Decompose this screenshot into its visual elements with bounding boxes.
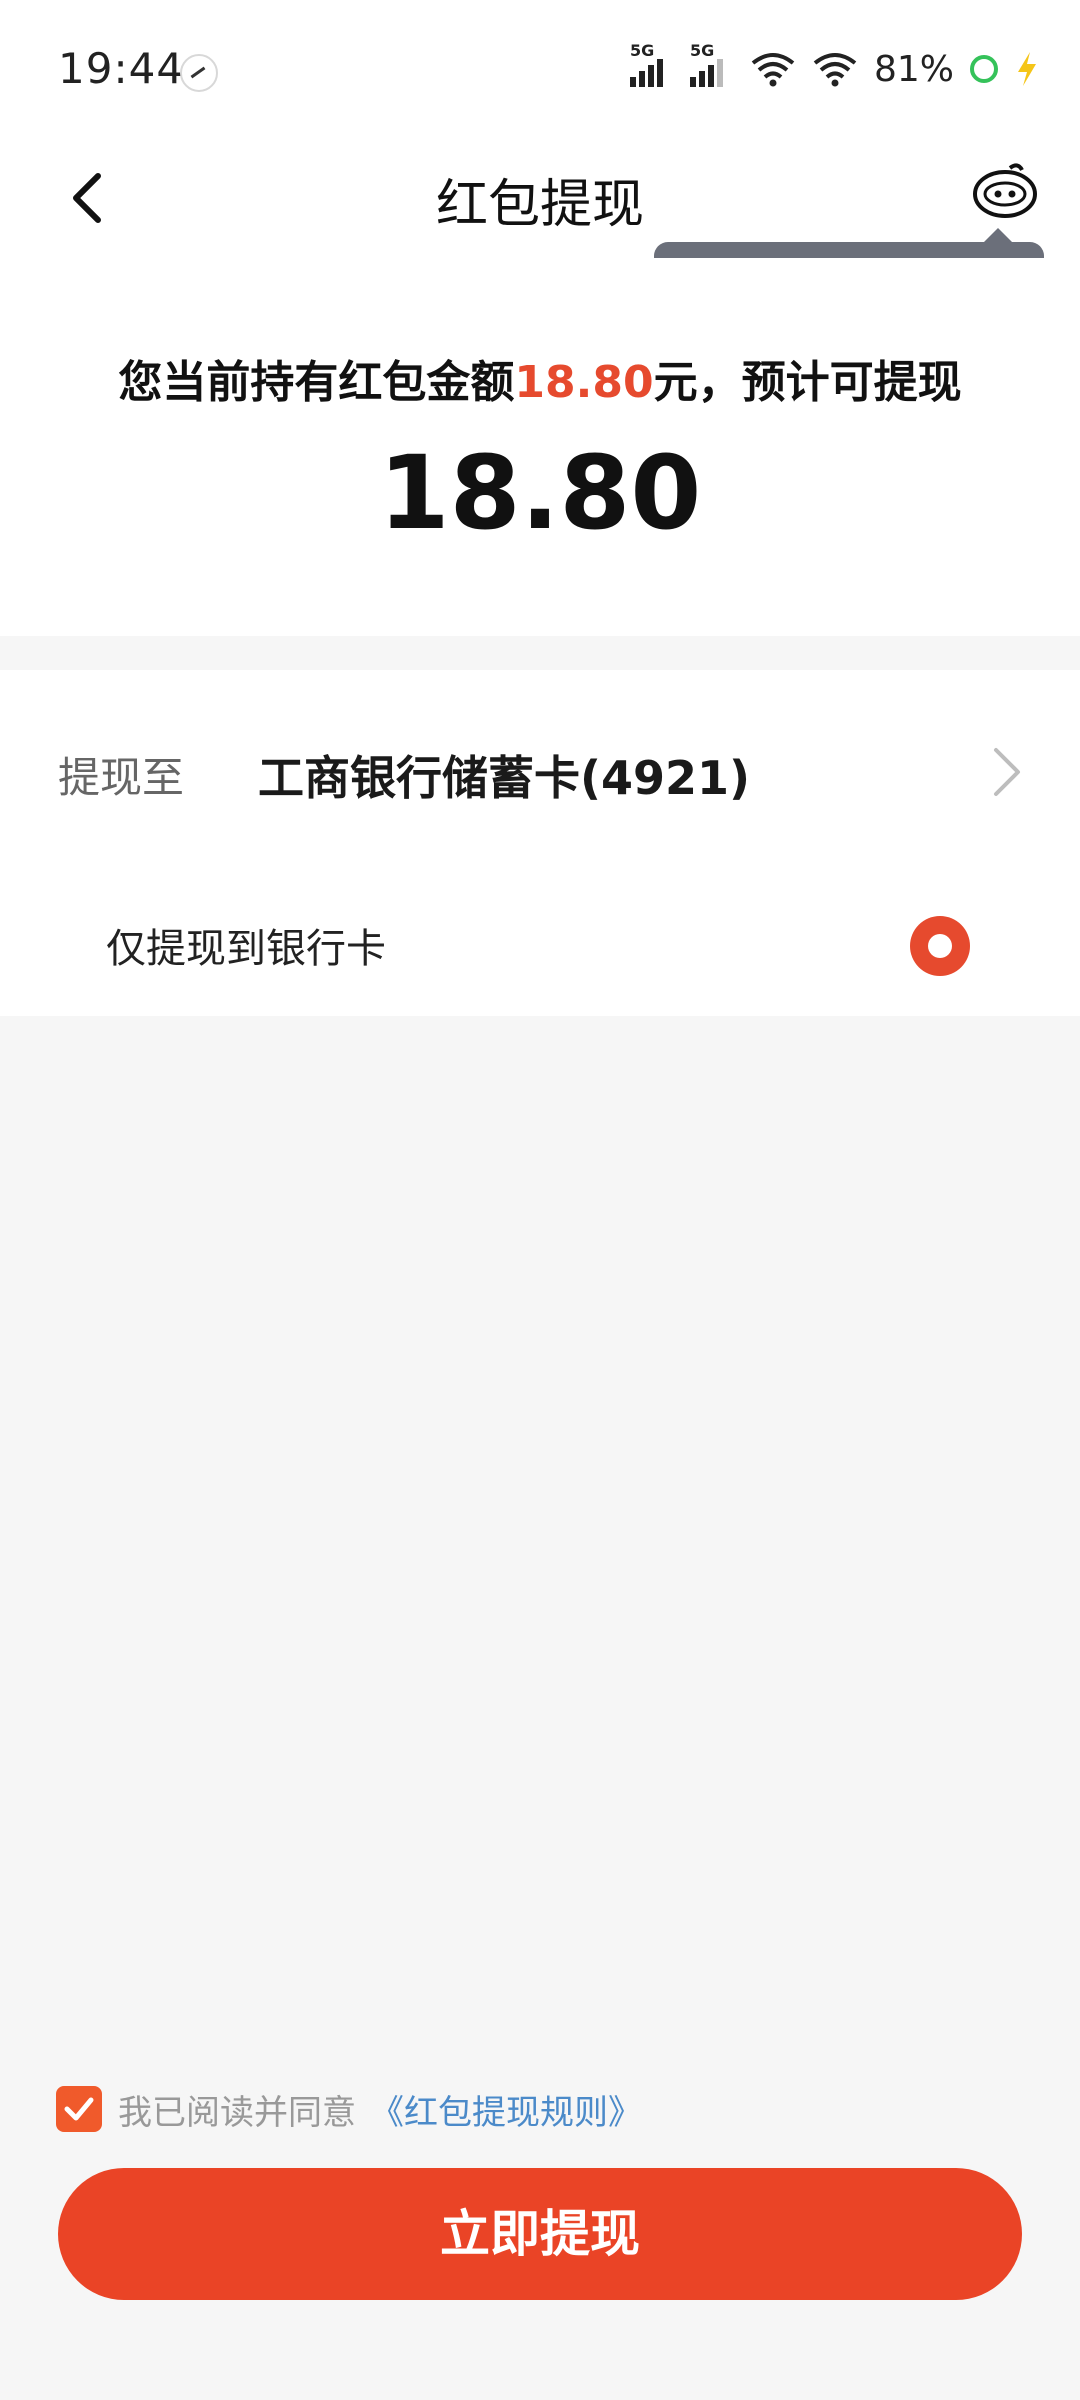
agreement-row: 我已阅读并同意 《红包提现规则》 bbox=[56, 2084, 642, 2134]
battery-percent: 81% bbox=[873, 48, 954, 90]
signal-bars bbox=[629, 59, 663, 87]
signal-bars-2 bbox=[689, 59, 723, 87]
withdrawable-amount: 18.80 bbox=[378, 434, 702, 553]
withdraw-card: 提现至 工商银行储蓄卡(4921) 仅提现到银行卡 bbox=[0, 670, 1080, 1016]
agreement-text: 我已阅读并同意 bbox=[118, 2092, 356, 2133]
status-icons: 5G 5G 81% bbox=[629, 41, 1040, 94]
assistant-robot-icon bbox=[973, 163, 1037, 218]
status-time: 19:44 bbox=[58, 44, 185, 93]
amount-suffix: 元，预计可提现 bbox=[653, 357, 962, 408]
bank-only-option-label: 仅提现到银行卡 bbox=[106, 926, 386, 972]
bank-card-selector[interactable]: 工商银行储蓄卡(4921) bbox=[258, 742, 750, 808]
tooltip-arrow bbox=[984, 228, 1012, 242]
assistant-button[interactable] bbox=[970, 158, 1040, 228]
wifi-icon bbox=[750, 49, 796, 89]
page-title: 红包提现 bbox=[435, 175, 644, 235]
signal-icon: 5G bbox=[629, 41, 674, 91]
compass-icon bbox=[180, 54, 218, 92]
network-type-label: 5G bbox=[629, 41, 655, 60]
rules-link[interactable]: 《红包提现规则》 bbox=[370, 2085, 642, 2134]
amount-card: 您当前持有红包金额18.80元，预计可提现 18.80 bbox=[0, 258, 1080, 636]
amount-description: 您当前持有红包金额18.80元，预计可提现 bbox=[0, 346, 1080, 410]
chevron-right-icon[interactable] bbox=[984, 742, 1030, 802]
amount-prefix: 您当前持有红包金额 bbox=[118, 357, 515, 408]
withdraw-now-button[interactable]: 立即提现 bbox=[58, 2168, 1022, 2300]
signal-icon-2: 5G bbox=[689, 41, 734, 91]
bank-only-radio[interactable] bbox=[910, 916, 970, 976]
battery-icon bbox=[970, 55, 998, 83]
charging-icon bbox=[1018, 52, 1036, 86]
status-bar: 19:44 5G 5G 81% bbox=[0, 0, 1080, 140]
network-type-label-2: 5G bbox=[689, 41, 715, 60]
withdraw-to-label: 提现至 bbox=[58, 753, 185, 802]
wifi-icon-2 bbox=[812, 49, 858, 89]
amount-highlight: 18.80 bbox=[514, 357, 654, 408]
agreement-checkbox[interactable] bbox=[56, 2086, 102, 2132]
check-icon bbox=[64, 2097, 94, 2121]
